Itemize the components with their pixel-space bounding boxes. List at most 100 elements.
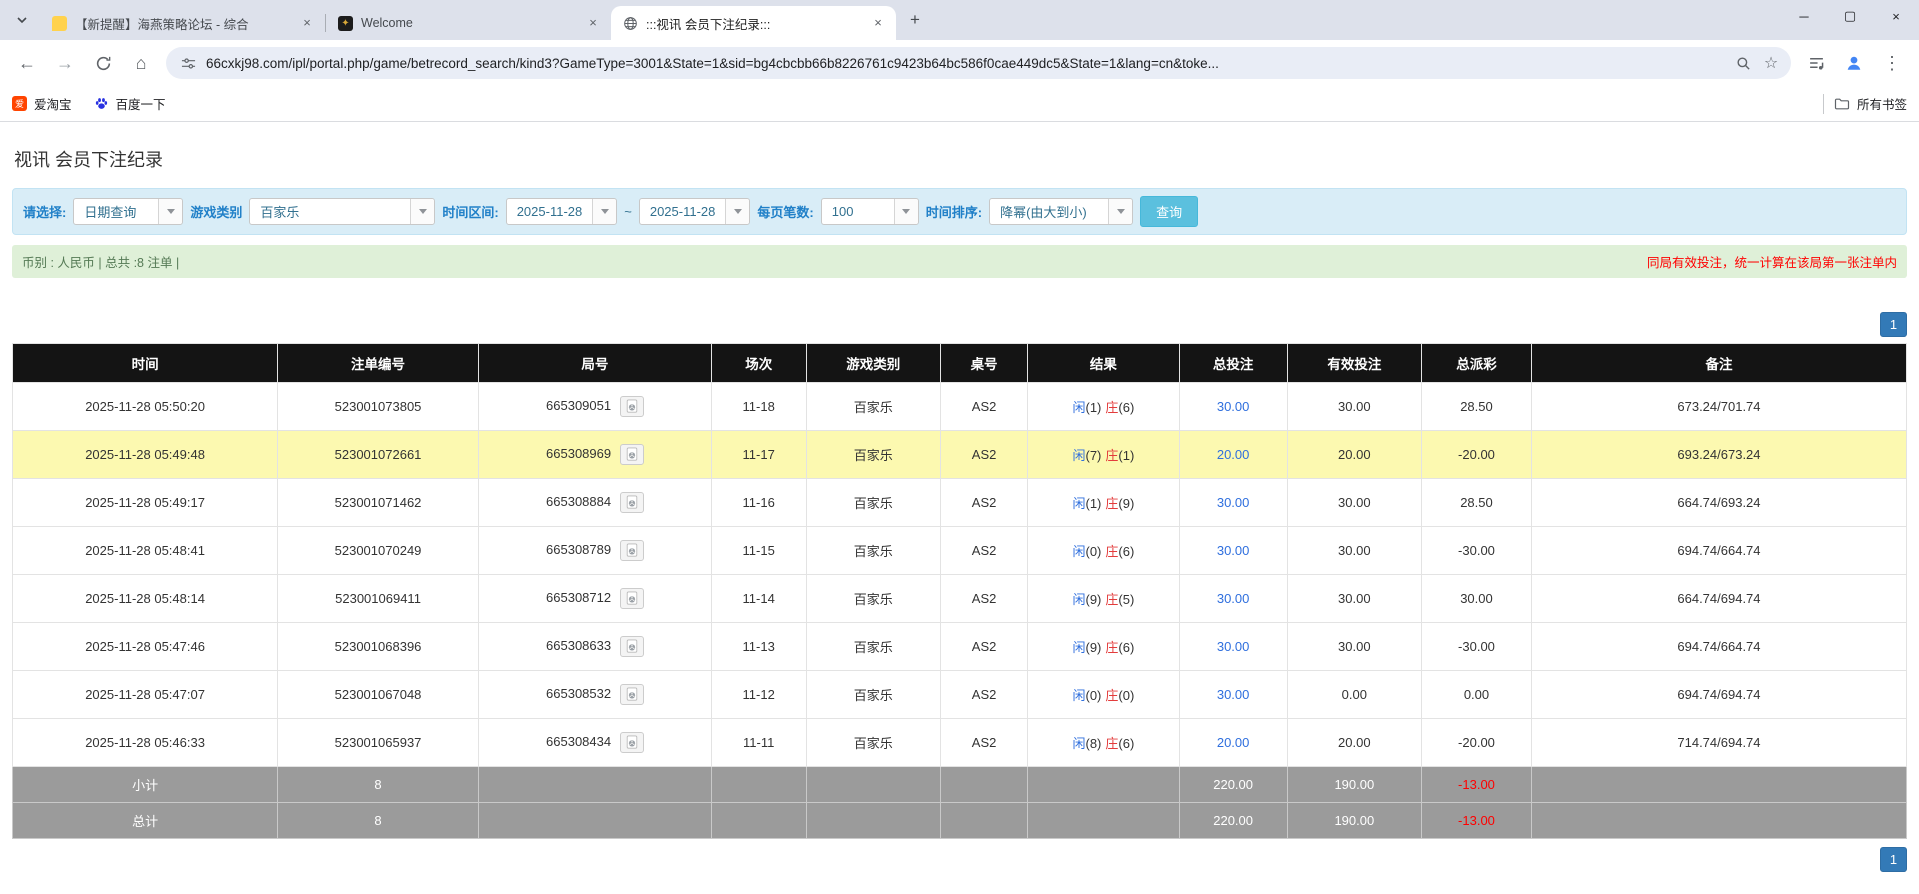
video-replay-button[interactable]: [619, 396, 644, 417]
cell-valid-bet: 30.00: [1286, 478, 1423, 527]
cell-round-id: 665308532: [477, 670, 712, 719]
tab-betrecord[interactable]: :::视讯 会员下注纪录::: ×: [611, 6, 896, 40]
tab-close-icon[interactable]: ×: [870, 15, 886, 31]
cell-payout: -20.00: [1421, 430, 1532, 479]
date-to-value: 2025-11-28: [649, 204, 716, 219]
film-icon: [626, 495, 637, 509]
video-replay-button[interactable]: [619, 492, 644, 513]
tab-forum[interactable]: 【新提醒】海燕策略论坛 - 综合 ×: [40, 6, 325, 40]
round-id: 665308884: [546, 493, 612, 509]
cell-result: 闲(7) 庄(1): [1027, 430, 1180, 479]
site-settings-icon[interactable]: [178, 53, 198, 73]
video-replay-button[interactable]: [619, 732, 644, 753]
page-size-select[interactable]: 100: [820, 198, 919, 225]
result-banker-count: (6): [1118, 640, 1135, 655]
result-banker: 庄: [1105, 736, 1119, 751]
video-replay-button[interactable]: [619, 540, 644, 561]
tab-welcome[interactable]: ✦ Welcome ×: [326, 6, 611, 40]
bookmark-aitaobao[interactable]: 爱 爱淘宝: [12, 94, 72, 113]
cell-time: 2025-11-28 05:47:07: [11, 670, 279, 719]
video-replay-button[interactable]: [619, 444, 644, 465]
menu-kebab-icon[interactable]: ⋮: [1875, 46, 1909, 80]
browser-window: 【新提醒】海燕策略论坛 - 综合 × ✦ Welcome × :::视讯 会员下…: [0, 0, 1919, 872]
cell-time: 2025-11-28 05:49:17: [11, 478, 279, 527]
total-bet-link[interactable]: 20.00: [1217, 735, 1250, 750]
forward-button[interactable]: →: [48, 46, 82, 80]
table-row: 2025-11-28 05:50:20 523001073805 6653090…: [11, 382, 1908, 431]
film-icon: [626, 447, 637, 461]
close-button[interactable]: ×: [1873, 0, 1919, 32]
tab-close-icon[interactable]: ×: [299, 15, 315, 31]
cell-valid-bet: 0.00: [1286, 670, 1423, 719]
sort-select[interactable]: 降幂(由大到小): [989, 198, 1134, 225]
profile-avatar-icon[interactable]: [1837, 46, 1871, 80]
bookmark-baidu[interactable]: 百度一下: [94, 94, 166, 113]
tab-close-icon[interactable]: ×: [585, 15, 601, 31]
maximize-button[interactable]: ▢: [1827, 0, 1873, 32]
cell-payout: 30.00: [1421, 574, 1532, 623]
total-bet-link[interactable]: 30.00: [1217, 687, 1250, 702]
cell-session: 11-11: [710, 718, 807, 767]
total-bet-link[interactable]: 20.00: [1217, 447, 1250, 462]
subtotal-valid-bet: 190.00: [1286, 766, 1423, 803]
chevron-down-icon: [158, 199, 183, 224]
all-bookmarks-button[interactable]: 所有书签: [1834, 94, 1907, 113]
status-bar: 币别 : 人民币 | 总共 :8 注单 | 同局有效投注，统一计算在该局第一张注…: [12, 245, 1907, 278]
search-button[interactable]: 查询: [1140, 196, 1199, 227]
page-1-button[interactable]: 1: [1880, 847, 1907, 872]
cell-bet-id: 523001065937: [277, 718, 479, 767]
media-controls-icon[interactable]: [1799, 46, 1833, 80]
total-bet-link[interactable]: 30.00: [1217, 495, 1250, 510]
welcome-favicon-icon: ✦: [338, 15, 353, 31]
round-id: 665308532: [546, 685, 612, 701]
film-icon: [626, 735, 637, 749]
aitaobao-favicon-icon: 爱: [12, 96, 27, 111]
date-from-select[interactable]: 2025-11-28: [505, 198, 618, 225]
reload-icon: [96, 56, 110, 70]
home-button[interactable]: ⌂: [124, 46, 158, 80]
date-to-select[interactable]: 2025-11-28: [638, 198, 751, 225]
tab-search-button[interactable]: [8, 6, 36, 34]
total-bet-link[interactable]: 30.00: [1217, 399, 1250, 414]
video-replay-button[interactable]: [619, 588, 644, 609]
col-table-no: 桌号: [940, 343, 1029, 383]
video-replay-button[interactable]: [619, 684, 644, 705]
cell-valid-bet: 30.00: [1286, 382, 1423, 431]
result-player-count: (9): [1085, 640, 1102, 655]
result-banker: 庄: [1105, 400, 1119, 415]
result-player-count: (1): [1085, 496, 1102, 511]
cell-note: 664.74/693.24: [1530, 478, 1908, 527]
cell-round-id: 665309051: [477, 382, 712, 431]
result-player: 闲: [1072, 688, 1086, 703]
bookmark-star-icon[interactable]: ☆: [1761, 53, 1781, 73]
game-type-select[interactable]: 百家乐: [249, 198, 436, 225]
cell-game-type: 百家乐: [805, 718, 942, 767]
zoom-icon[interactable]: [1733, 53, 1753, 73]
new-tab-button[interactable]: +: [902, 7, 928, 33]
page-1-button[interactable]: 1: [1880, 312, 1907, 337]
cell-table-no: AS2: [940, 622, 1029, 671]
cell-game-type: 百家乐: [805, 382, 942, 431]
result-player: 闲: [1072, 400, 1086, 415]
url-bar[interactable]: 66cxkj98.com/ipl/portal.php/game/betreco…: [166, 47, 1791, 79]
video-replay-button[interactable]: [619, 636, 644, 657]
total-bet-link[interactable]: 30.00: [1217, 543, 1250, 558]
total-bet-link[interactable]: 30.00: [1217, 639, 1250, 654]
date-from-value: 2025-11-28: [516, 204, 583, 219]
subtotal-count: 8: [277, 766, 479, 803]
cell-bet-id: 523001069411: [277, 574, 479, 623]
minimize-button[interactable]: ─: [1781, 0, 1827, 32]
cell-note: 694.74/664.74: [1530, 622, 1908, 671]
cell-result: 闲(1) 庄(6): [1027, 382, 1180, 431]
cell-note: 673.24/701.74: [1530, 382, 1908, 431]
total-bet-link[interactable]: 30.00: [1217, 591, 1250, 606]
reload-button[interactable]: [86, 46, 120, 80]
query-type-select[interactable]: 日期查询: [73, 198, 184, 225]
cell-table-no: AS2: [940, 718, 1029, 767]
table-row: 2025-11-28 05:49:48 523001072661 6653089…: [11, 430, 1908, 479]
back-button[interactable]: ←: [10, 46, 44, 80]
sort-value: 降幂(由大到小): [1000, 205, 1087, 220]
result-player-count: (9): [1085, 592, 1102, 607]
tab-title: :::视讯 会员下注纪录:::: [646, 17, 771, 32]
result-banker-count: (5): [1118, 592, 1135, 607]
